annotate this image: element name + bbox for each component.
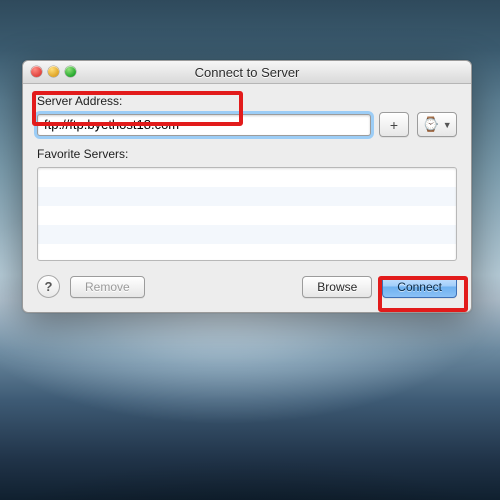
favorite-servers-label: Favorite Servers: [37, 147, 457, 161]
minimize-icon[interactable] [48, 66, 59, 77]
clock-icon: ⌚ [422, 116, 439, 133]
window-titlebar[interactable]: Connect to Server [23, 61, 471, 84]
window-traffic-lights [31, 66, 76, 77]
plus-icon: + [390, 117, 398, 133]
close-icon[interactable] [31, 66, 42, 77]
browse-button[interactable]: Browse [302, 276, 372, 298]
zoom-icon[interactable] [65, 66, 76, 77]
remove-button: Remove [70, 276, 145, 298]
add-server-button[interactable]: + [379, 112, 409, 137]
window-title: Connect to Server [195, 65, 300, 80]
connect-button[interactable]: Connect [382, 276, 457, 298]
chevron-down-icon: ▼ [443, 120, 452, 130]
dialog-footer: ? Remove Browse Connect [37, 275, 457, 298]
favorite-servers-list[interactable] [37, 167, 457, 261]
server-address-input[interactable] [37, 114, 371, 136]
server-address-row: + ⌚ ▼ [37, 112, 457, 137]
window-body: Server Address: + ⌚ ▼ Favorite Servers: … [23, 84, 471, 312]
connect-to-server-window: Connect to Server Server Address: + ⌚ ▼ … [22, 60, 472, 313]
desktop-wallpaper: Connect to Server Server Address: + ⌚ ▼ … [0, 0, 500, 500]
help-button[interactable]: ? [37, 275, 60, 298]
help-icon: ? [45, 279, 53, 294]
server-address-label: Server Address: [37, 94, 457, 108]
history-menu-button[interactable]: ⌚ ▼ [417, 112, 457, 137]
